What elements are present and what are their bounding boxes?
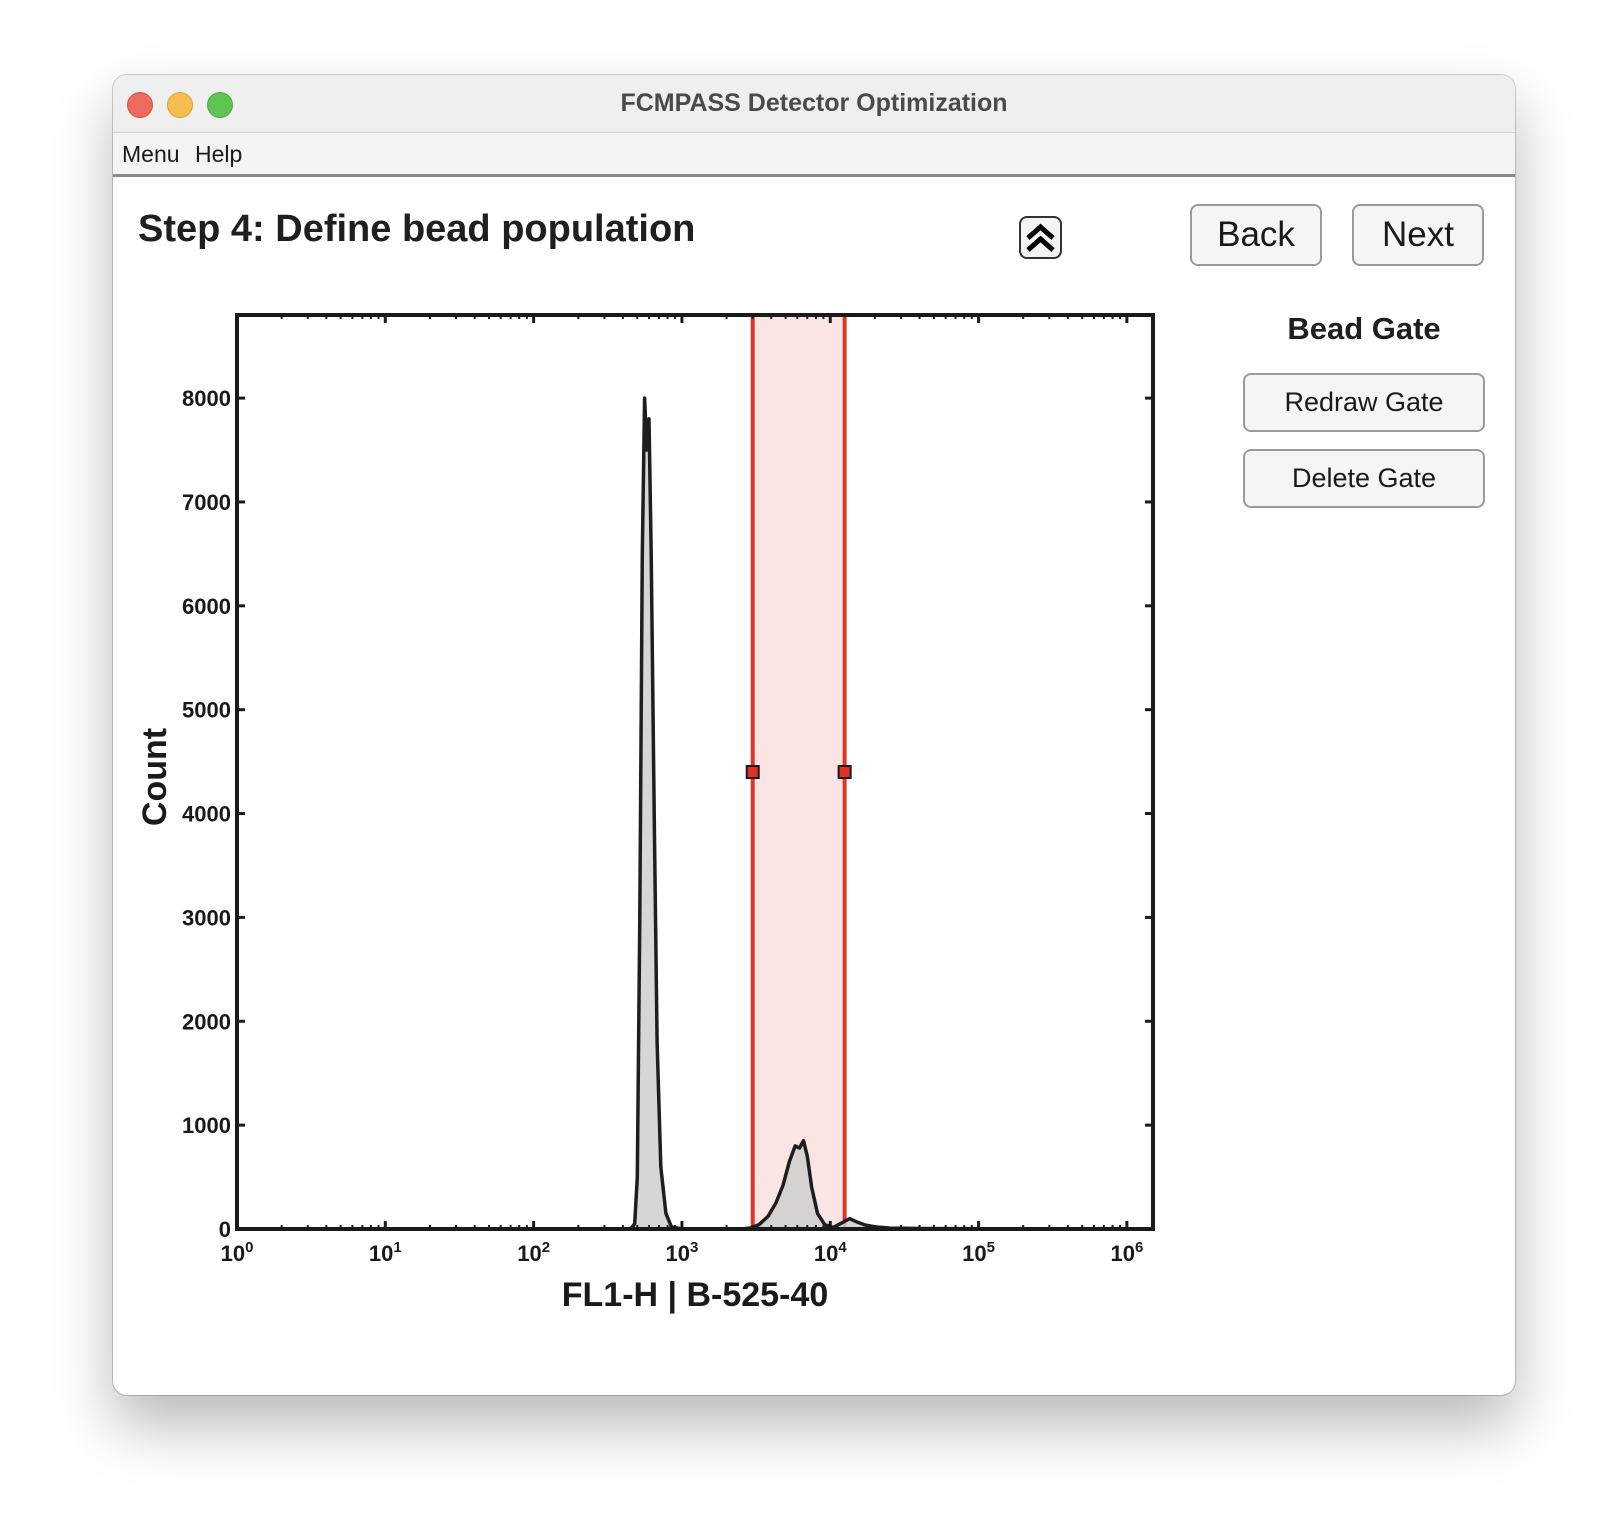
y-tick-label: 6000 <box>182 594 231 619</box>
x-tick-label: 105 <box>962 1239 995 1266</box>
gate-region <box>752 315 845 1229</box>
x-tick-label: 101 <box>369 1239 402 1266</box>
x-tick-label: 102 <box>517 1239 550 1266</box>
x-tick-label: 104 <box>814 1239 847 1266</box>
y-tick-label: 7000 <box>182 490 231 515</box>
y-tick-label: 1000 <box>182 1113 231 1138</box>
app-window: FCMPASS Detector Optimization Menu Help … <box>113 75 1515 1395</box>
y-tick-label: 4000 <box>182 802 231 827</box>
x-tick-label: 106 <box>1110 1239 1143 1266</box>
plot-area <box>237 315 1153 1229</box>
gate-left-handle[interactable] <box>745 765 760 779</box>
y-tick-label: 2000 <box>182 1009 231 1034</box>
histogram-plot: 0 1000 2000 3000 4000 5000 6000 7000 8000 100 101 1… <box>136 313 1155 1314</box>
y-tick-label: 0 <box>219 1217 231 1242</box>
y-axis-title: Count <box>136 728 174 826</box>
y-tick-label: 8000 <box>182 386 231 411</box>
x-tick-label: 100 <box>221 1239 254 1266</box>
gate-right-handle[interactable] <box>837 765 852 779</box>
y-tick-label: 3000 <box>182 905 231 930</box>
x-tick-label: 103 <box>666 1239 699 1266</box>
y-tick-label: 5000 <box>182 698 231 723</box>
x-axis-title: FL1-H | B-525-40 <box>562 1276 828 1314</box>
